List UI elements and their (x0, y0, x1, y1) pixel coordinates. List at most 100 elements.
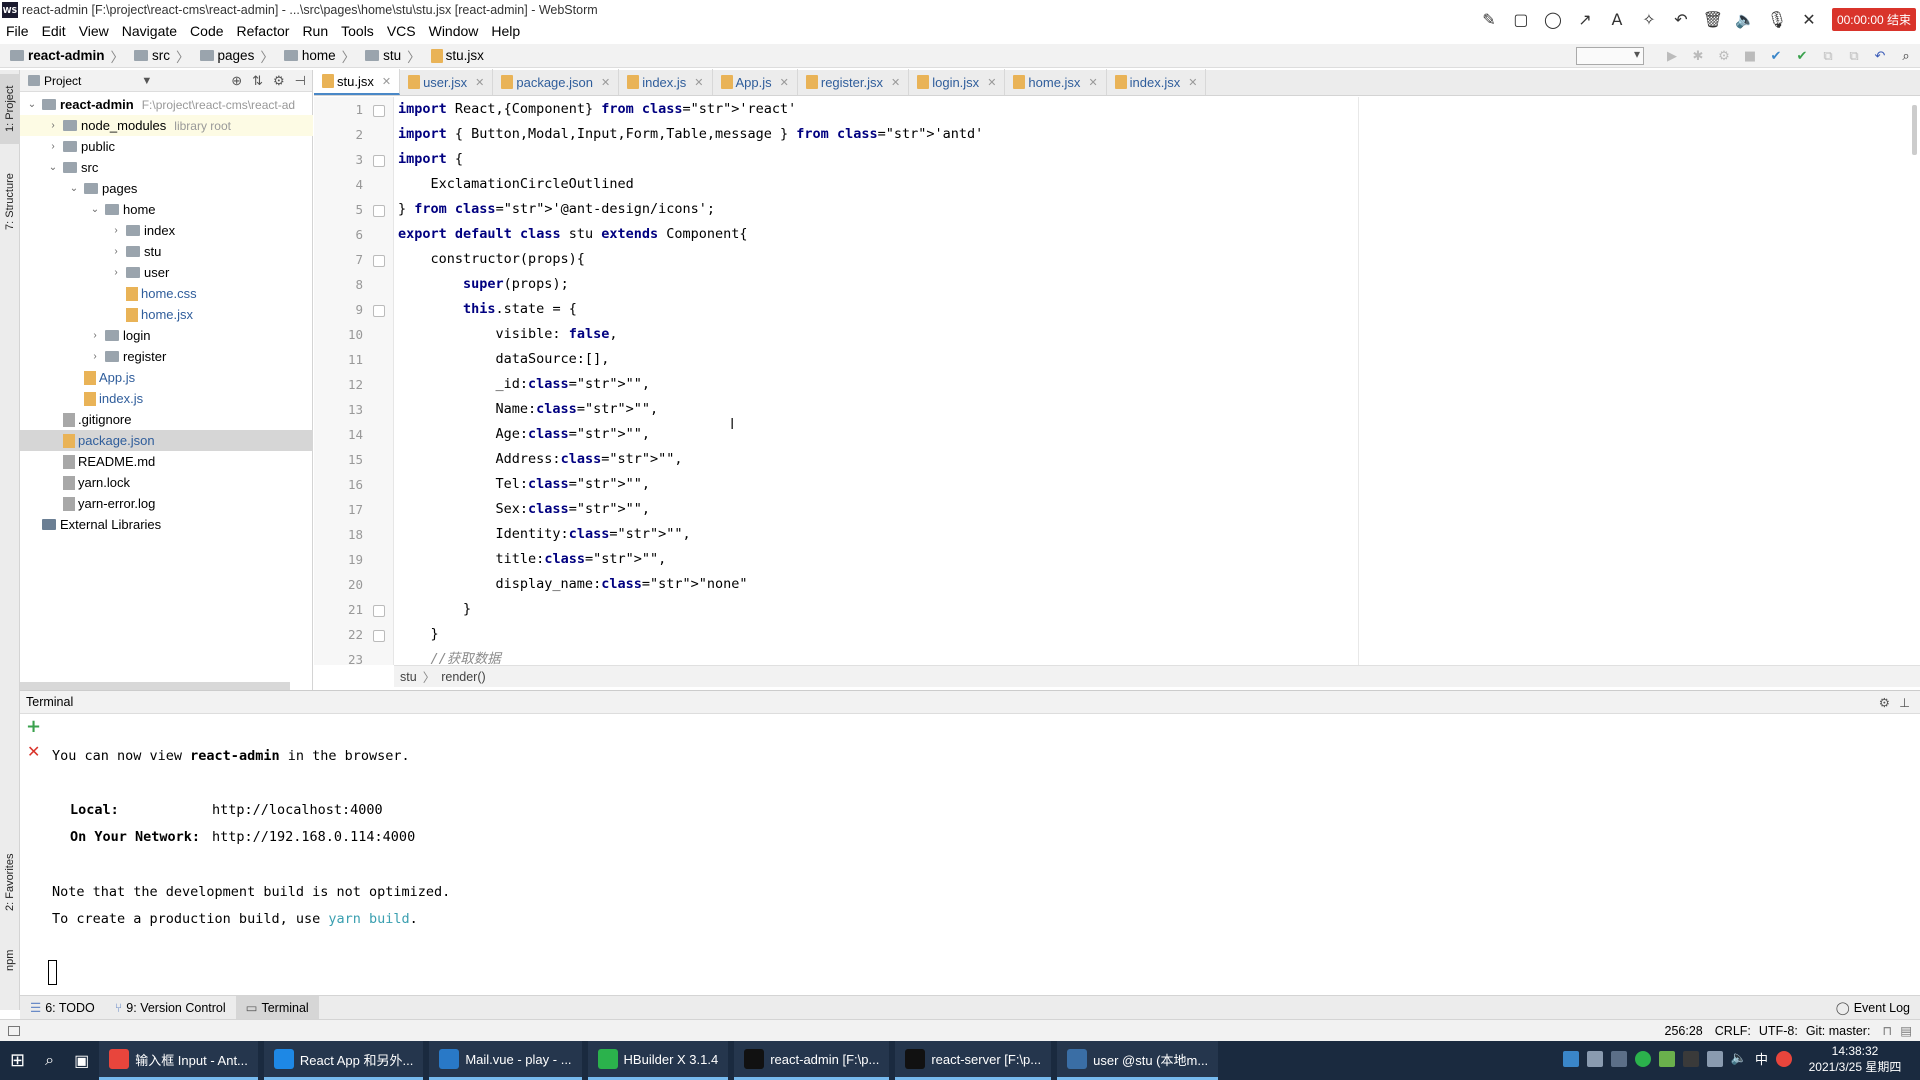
close-icon[interactable]: ✕ (694, 76, 703, 89)
fold-marker-icon[interactable] (373, 155, 385, 167)
editor-tab[interactable]: index.js ✕ (619, 69, 713, 95)
project-tool-tab[interactable]: 1: Project (0, 74, 20, 144)
collapse-all-icon[interactable]: ⇅ (252, 73, 263, 89)
new-session-icon[interactable]: + (26, 716, 41, 737)
tree-item[interactable]: › index (20, 220, 175, 241)
file-encoding[interactable]: UTF-8 (1759, 1024, 1794, 1038)
tree-item[interactable]: App.js (20, 367, 135, 388)
speaker-icon[interactable]: 🔈 (1735, 10, 1755, 29)
crumb-src[interactable]: src 〉 (134, 46, 190, 66)
network-icon[interactable] (1706, 1050, 1723, 1067)
close-icon[interactable]: ✕ (475, 76, 484, 89)
terminal-tab[interactable]: ▭ Terminal (235, 995, 319, 1020)
fold-marker-icon[interactable] (373, 255, 385, 267)
tree-item[interactable]: .gitignore (20, 409, 131, 430)
fold-marker-icon[interactable] (373, 605, 385, 617)
tree-item[interactable]: yarn-error.log (20, 493, 155, 514)
tree-item[interactable]: yarn.lock (20, 472, 130, 493)
close-session-icon[interactable]: ✕ (27, 742, 40, 761)
toggle-tool-windows-icon[interactable] (8, 1025, 20, 1036)
npm-tool-tab[interactable]: npm (0, 940, 20, 980)
magic-wand-icon[interactable]: ✧ (1640, 10, 1658, 29)
fold-marker-icon[interactable] (373, 630, 385, 642)
close-icon[interactable]: ✕ (1088, 76, 1097, 89)
chevron-down-icon[interactable]: ⌄ (47, 162, 59, 173)
arrow-icon[interactable]: ↗ (1576, 10, 1594, 29)
run-icon[interactable]: ▶ (1664, 48, 1680, 64)
microphone-icon[interactable]: 🎙 (1767, 10, 1787, 29)
project-view-select[interactable]: Project (44, 74, 81, 88)
chevron-right-icon[interactable]: › (110, 267, 122, 278)
vcs-history-icon[interactable]: ⧉ (1820, 48, 1836, 64)
taskbar-app[interactable]: user @stu (本地m... (1057, 1041, 1219, 1080)
volume-icon[interactable]: 🔈 (1731, 1051, 1747, 1066)
line-separator[interactable]: CRLF (1715, 1024, 1748, 1038)
taskbar-clock[interactable]: 14:38:32 2021/3/25 星期四 (1800, 1043, 1910, 1075)
lock-icon[interactable]: ⊓ (1882, 1023, 1892, 1038)
editor-tab[interactable]: home.jsx ✕ (1005, 69, 1107, 95)
todo-tab[interactable]: ☰ 6: TODO (20, 996, 105, 1020)
close-icon[interactable]: ✕ (1188, 76, 1197, 89)
code-crumb-class[interactable]: stu (400, 670, 417, 684)
crumb-stu[interactable]: stu 〉 (365, 46, 421, 66)
wechat-icon[interactable] (1634, 1050, 1651, 1067)
chevron-right-icon[interactable]: › (110, 225, 122, 236)
chevron-right-icon[interactable]: › (89, 330, 101, 341)
editor-tab[interactable]: login.jsx ✕ (909, 69, 1006, 95)
close-icon[interactable]: ✕ (601, 76, 610, 89)
tree-item[interactable]: › user (20, 262, 169, 283)
settings-icon[interactable]: ⚙ (273, 73, 285, 89)
event-log-tab[interactable]: ◯ Event Log (1826, 996, 1920, 1020)
memory-indicator-icon[interactable]: ▤ (1900, 1023, 1912, 1038)
chevron-right-icon[interactable]: › (89, 351, 101, 362)
menu-help[interactable]: Help (485, 23, 527, 39)
chevron-down-icon[interactable]: ⌄ (26, 99, 38, 110)
tree-item[interactable]: › node_modules library root (20, 115, 313, 136)
editor-tab[interactable]: App.js ✕ (713, 69, 798, 95)
task-view-icon[interactable]: ▣ (64, 1041, 99, 1080)
hide-panel-icon[interactable]: ⊥ (1899, 695, 1910, 710)
chevron-down-icon[interactable]: ⌄ (68, 183, 80, 194)
fold-marker-icon[interactable] (373, 105, 385, 117)
fold-marker-icon[interactable] (373, 305, 385, 317)
qq-icon[interactable] (1682, 1050, 1699, 1067)
hide-panel-icon[interactable]: ⊣ (295, 73, 306, 89)
stop-icon[interactable]: ■ (1742, 48, 1758, 64)
menu-tools[interactable]: Tools (335, 23, 381, 39)
tree-item[interactable]: ⌄ pages (20, 178, 138, 199)
taskbar-app[interactable]: Mail.vue - play - ... (429, 1041, 582, 1080)
chevron-down-icon[interactable]: ⌄ (89, 204, 101, 215)
taskbar-app[interactable]: react-admin [F:\p... (734, 1041, 890, 1080)
menu-window[interactable]: Window (423, 23, 486, 39)
menu-refactor[interactable]: Refactor (231, 23, 297, 39)
tree-item[interactable]: package.json (20, 430, 313, 451)
monitor-icon[interactable] (1586, 1050, 1603, 1067)
settings-icon[interactable]: ⚙ (1879, 695, 1890, 710)
locate-icon[interactable]: ⊕ (231, 73, 242, 89)
input-icon[interactable] (1610, 1050, 1627, 1067)
close-icon[interactable]: ✕ (1800, 10, 1818, 29)
tree-item[interactable]: › stu (20, 241, 161, 262)
menu-vcs[interactable]: VCS (381, 23, 423, 39)
tree-item[interactable]: ⌄ react-admin F:\project\react-cms\react-a… (20, 94, 295, 115)
editor-tab[interactable]: register.jsx ✕ (798, 69, 910, 95)
tree-item[interactable]: README.md (20, 451, 155, 472)
git-branch[interactable]: Git: master (1806, 1024, 1867, 1038)
horizontal-scrollbar[interactable] (20, 682, 290, 690)
code-editor[interactable]: import React,{Component} from class="str… (398, 97, 1358, 665)
start-button[interactable]: ⊞ (0, 1041, 35, 1080)
run-configuration-select[interactable] (1576, 47, 1644, 65)
tree-item[interactable]: home.jsx (20, 304, 193, 325)
editor-scrollbar[interactable] (1908, 97, 1920, 665)
vcs-revert-icon[interactable]: ↶ (1872, 48, 1888, 64)
close-icon[interactable]: ✕ (382, 75, 391, 88)
text-icon[interactable]: A (1608, 10, 1626, 29)
circle-icon[interactable]: ◯ (1544, 10, 1562, 29)
debug-icon[interactable]: ✱ (1690, 48, 1706, 64)
pen-icon[interactable]: ✎ (1480, 10, 1498, 29)
crumb-file[interactable]: stu.jsx (430, 48, 484, 63)
search-icon[interactable]: ⌕ (35, 1041, 64, 1080)
scrollbar-thumb[interactable] (1912, 105, 1917, 155)
coverage-icon[interactable]: ⚙ (1716, 48, 1732, 64)
menu-edit[interactable]: Edit (36, 23, 73, 39)
